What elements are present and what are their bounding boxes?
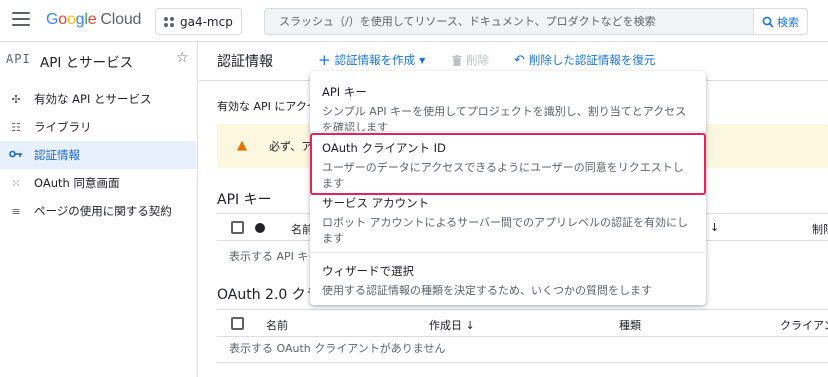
consent-icon: ⁙ [11, 176, 21, 190]
top-bar: GoogleCloud ga4-mcp 検索 [0, 0, 828, 42]
row-divider [217, 362, 828, 363]
column-client[interactable]: クライアン [780, 317, 828, 333]
delete-label: 削除 [466, 53, 489, 67]
key-icon [8, 149, 24, 162]
restore-label: 削除した認証情報を復元 [528, 53, 656, 67]
menu-item-description: ユーザーのデータにアクセスできるようにユーザーの同意をリクエストします [322, 161, 684, 190]
sidebar-item-label: ページの使用に関する契約 [34, 204, 172, 218]
select-all-checkbox[interactable] [231, 221, 244, 234]
menu-item-title: API キー [322, 85, 367, 99]
create-credentials-label: 認証情報を作成 [334, 53, 416, 67]
undo-icon: ↶ [514, 52, 525, 68]
caret-down-icon: ▼ [419, 55, 426, 65]
menu-item-description: 使用する認証情報の種類を決定するため、いくつかの質問をします [322, 284, 652, 297]
project-dots-icon [164, 16, 174, 27]
sort-arrow-icon[interactable]: ↓ [710, 221, 719, 234]
sidebar-item-label: ライブラリ [34, 120, 92, 134]
warning-icon: ▲ [237, 138, 247, 153]
menu-item-title: サービス アカウント [322, 196, 430, 210]
menu-divider [310, 131, 706, 132]
api-logo: API [6, 52, 31, 66]
enabled-apis-icon: ✣ [11, 92, 21, 106]
api-keys-empty-message: 表示する API キー [229, 250, 320, 263]
status-dot-icon [255, 223, 265, 233]
column-name[interactable]: 名前 [266, 317, 288, 333]
sidebar-item-enabled-apis[interactable]: ✣ 有効な API とサービス [0, 85, 196, 113]
trash-icon [452, 54, 462, 66]
select-all-checkbox[interactable] [231, 317, 244, 330]
intro-text: 有効な API にアクセ [217, 100, 318, 113]
search-input[interactable] [265, 9, 755, 34]
sort-arrow-icon: ↓ [465, 319, 475, 332]
search-button-label: 検索 [777, 15, 799, 29]
warning-text: 必ず、ア [269, 140, 313, 153]
sidebar-item-credentials[interactable]: 認証情報 [0, 141, 196, 169]
menu-item-wizard[interactable]: ウィザードで選択 使用する認証情報の種類を決定するため、いくつかの質問をします [310, 263, 706, 299]
sidebar: API API とサービス ☆ ✣ 有効な API とサービス ☷ ライブラリ … [0, 42, 198, 377]
search-icon [762, 16, 774, 28]
sidebar-item-label: 有効な API とサービス [34, 92, 152, 106]
menu-item-title: ウィザードで選択 [322, 264, 414, 278]
menu-item-service-account[interactable]: サービス アカウント ロボット アカウントによるサーバー間でのアプリレベルの認証… [310, 195, 706, 247]
create-credentials-menu: API キー シンプル API キーを使用してプロジェクトを識別し、割り当てとア… [310, 71, 706, 305]
column-type[interactable]: 種類 [619, 317, 641, 333]
column-created[interactable]: 作成日 ↓ [429, 317, 475, 333]
menu-item-oauth-client-id[interactable]: OAuth クライアント ID ユーザーのデータにアクセスできるようにユーザーの… [310, 140, 706, 192]
search-bar: 検索 [264, 8, 808, 35]
sidebar-item-label: OAuth 同意画面 [34, 176, 120, 190]
sidebar-item-label: 認証情報 [34, 148, 80, 162]
sidebar-header: API API とサービス ☆ [0, 42, 198, 78]
create-credentials-button[interactable]: + 認証情報を作成 ▼ [318, 52, 425, 68]
oauth-table-header: 名前 作成日 ↓ 種類 クライアン [217, 309, 828, 337]
delete-button[interactable]: 削除 [452, 52, 489, 68]
plus-icon: + [318, 51, 331, 69]
sidebar-item-page-agreements[interactable]: ≡ ページの使用に関する契約 [0, 197, 196, 225]
restore-deleted-button[interactable]: ↶ 削除した認証情報を復元 [514, 52, 655, 68]
library-icon: ☷ [11, 120, 21, 134]
menu-item-description: ロボット アカウントによるサーバー間でのアプリレベルの認証を有効にします [322, 216, 689, 245]
oauth-empty-message: 表示する OAuth クライアントがありません [229, 342, 446, 355]
search-button[interactable]: 検索 [753, 9, 807, 34]
column-restrictions[interactable]: 制限 [812, 221, 828, 237]
sidebar-item-library[interactable]: ☷ ライブラリ [0, 113, 196, 141]
project-name: ga4-mcp [180, 14, 233, 29]
sidebar-item-oauth-consent[interactable]: ⁙ OAuth 同意画面 [0, 169, 196, 197]
sidebar-title: API とサービス [40, 55, 134, 71]
menu-divider [310, 252, 706, 253]
google-cloud-logo[interactable]: Google Cloud [46, 11, 141, 29]
page-title: 認証情報 [217, 54, 273, 70]
api-keys-title: API キー [217, 192, 272, 208]
star-icon[interactable]: ☆ [176, 50, 189, 66]
project-selector[interactable]: ga4-mcp [155, 8, 242, 35]
menu-item-api-key[interactable]: API キー シンプル API キーを使用してプロジェクトを識別し、割り当てとア… [310, 84, 706, 136]
menu-item-title: OAuth クライアント ID [322, 141, 446, 155]
hamburger-menu-icon[interactable] [12, 12, 30, 30]
oauth-clients-title: OAuth 2.0 クラ [217, 287, 320, 303]
settings-list-icon: ≡ [11, 204, 21, 218]
